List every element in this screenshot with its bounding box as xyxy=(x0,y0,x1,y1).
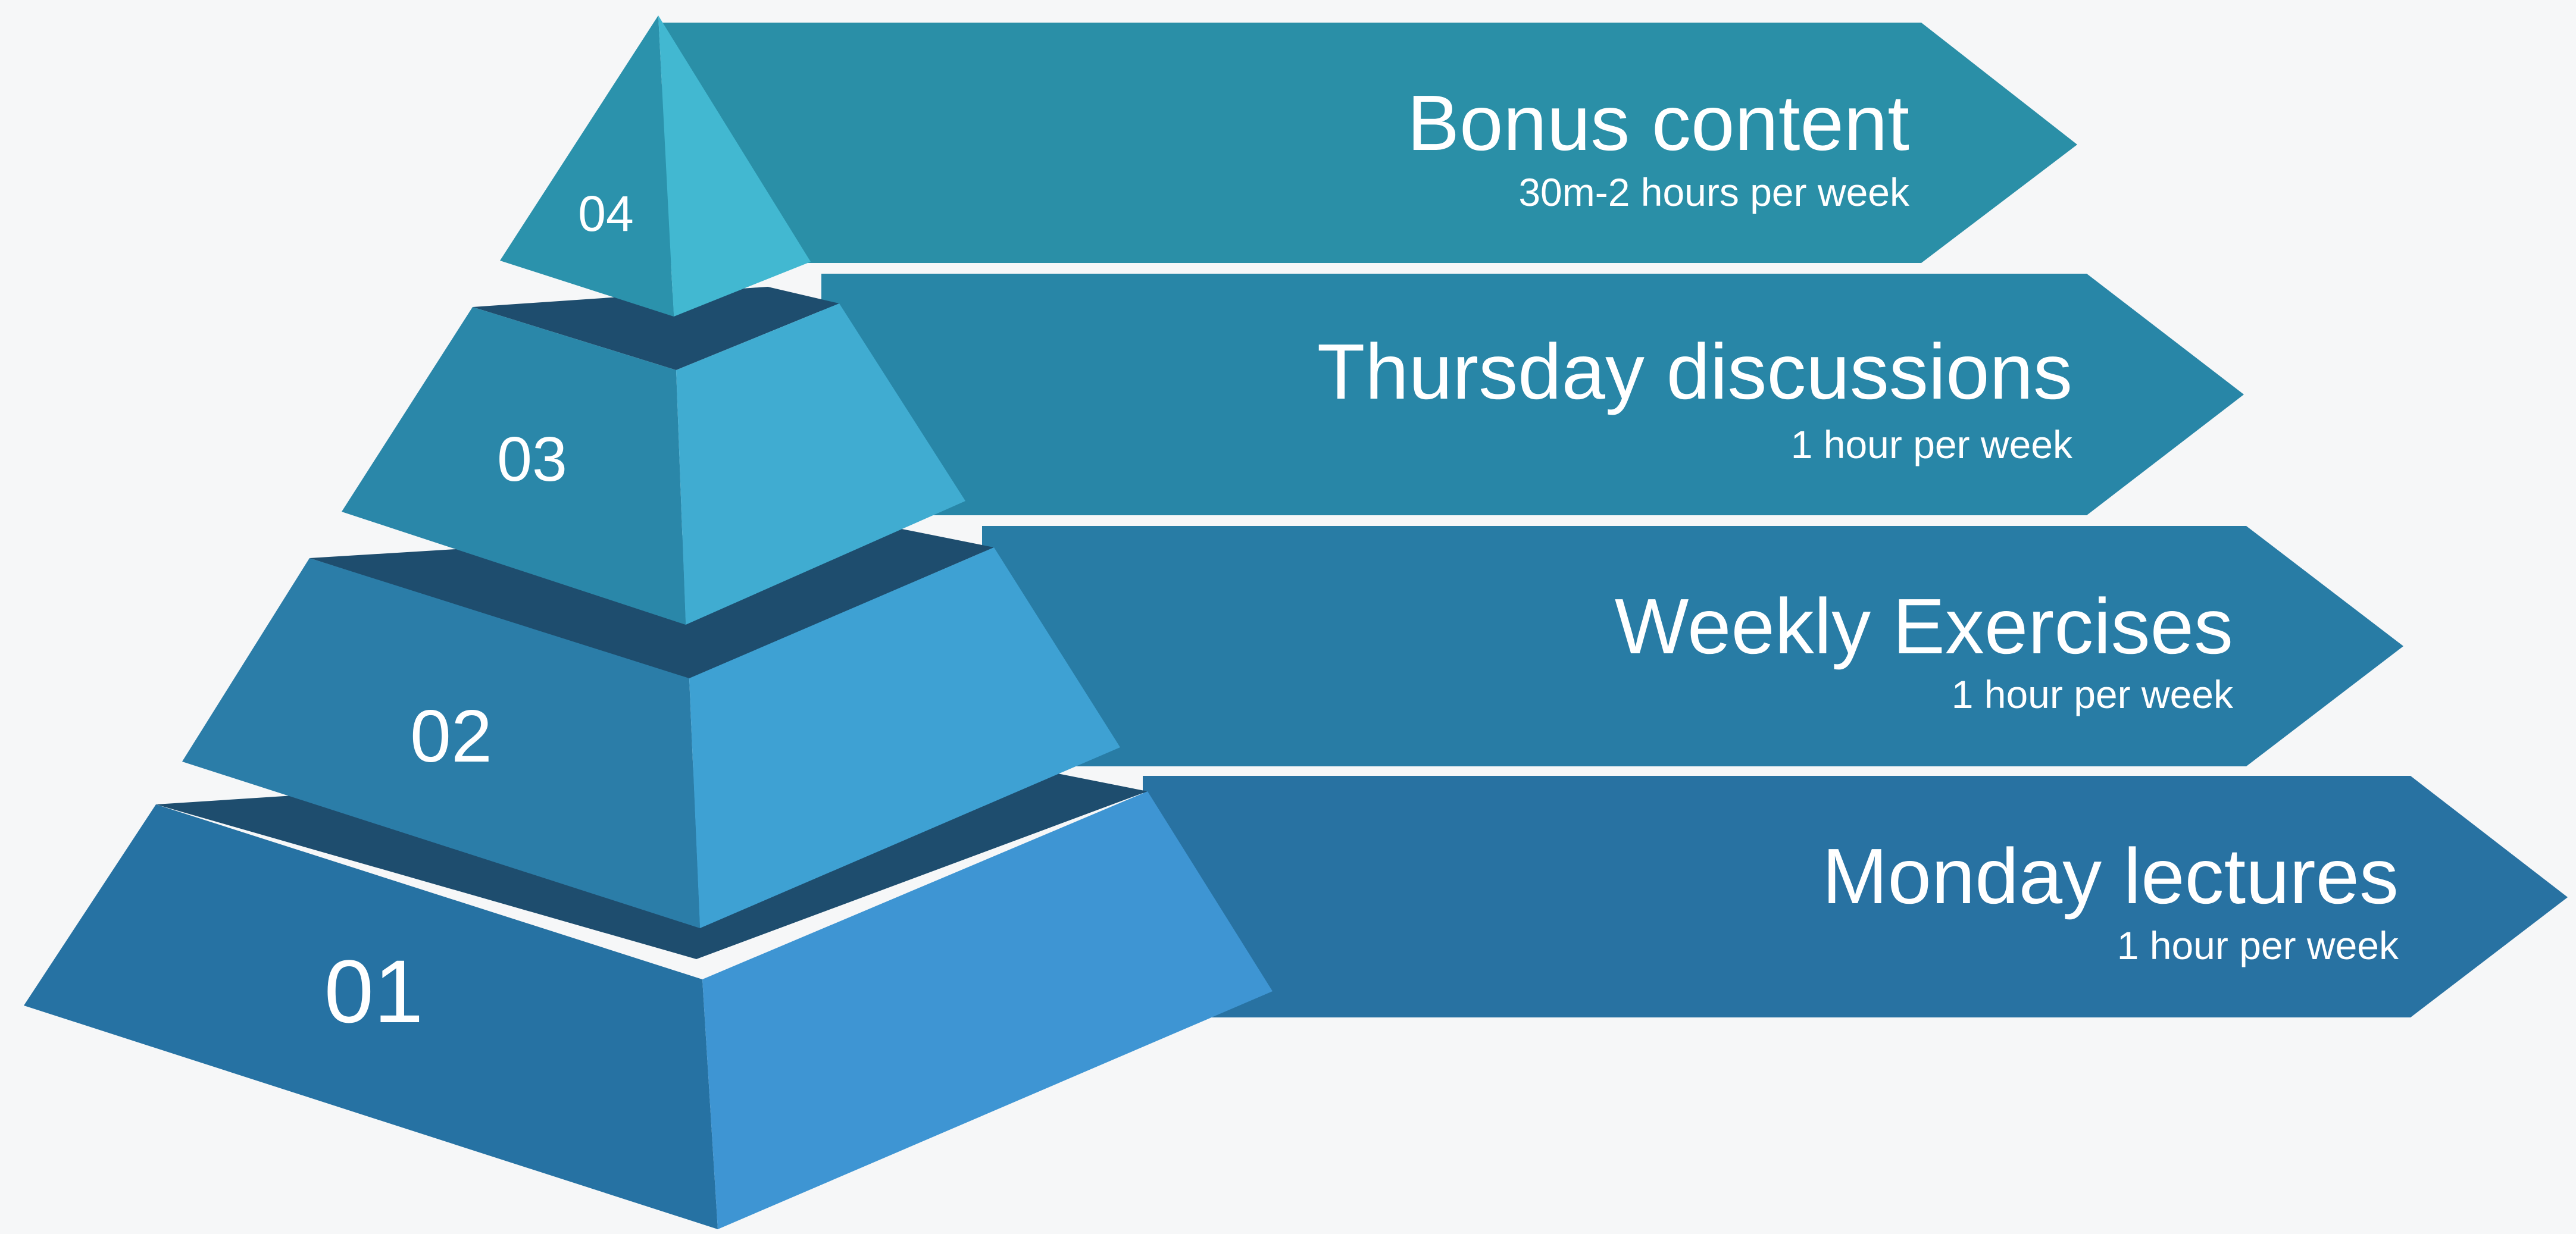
arrow-subtitle-01: 1 hour per week xyxy=(2117,923,2399,967)
arrow-subtitle-02: 1 hour per week xyxy=(1952,672,2234,716)
arrow-subtitle-04: 30m-2 hours per week xyxy=(1518,170,1910,214)
tier-number-02: 02 xyxy=(410,696,492,778)
arrow-banner-03: Thursday discussions 1 hour per week xyxy=(821,274,2244,515)
pyramid-diagram: Bonus content 30m-2 hours per week Thurs… xyxy=(0,0,2576,1234)
arrow-banner-01: Monday lectures 1 hour per week xyxy=(1143,776,2568,1017)
arrow-title-04: Bonus content xyxy=(1407,79,1909,167)
tier-number-03: 03 xyxy=(497,424,567,494)
arrow-banner-04: Bonus content 30m-2 hours per week xyxy=(662,23,2077,263)
arrow-title-01: Monday lectures xyxy=(1822,832,2399,920)
arrow-title-03: Thursday discussions xyxy=(1317,328,2072,415)
arrow-title-02: Weekly Exercises xyxy=(1615,582,2233,670)
arrow-banner-02: Weekly Exercises 1 hour per week xyxy=(982,526,2403,766)
tier-number-04: 04 xyxy=(578,186,633,242)
arrow-subtitle-03: 1 hour per week xyxy=(1791,422,2073,466)
tier-number-01: 01 xyxy=(324,941,424,1041)
